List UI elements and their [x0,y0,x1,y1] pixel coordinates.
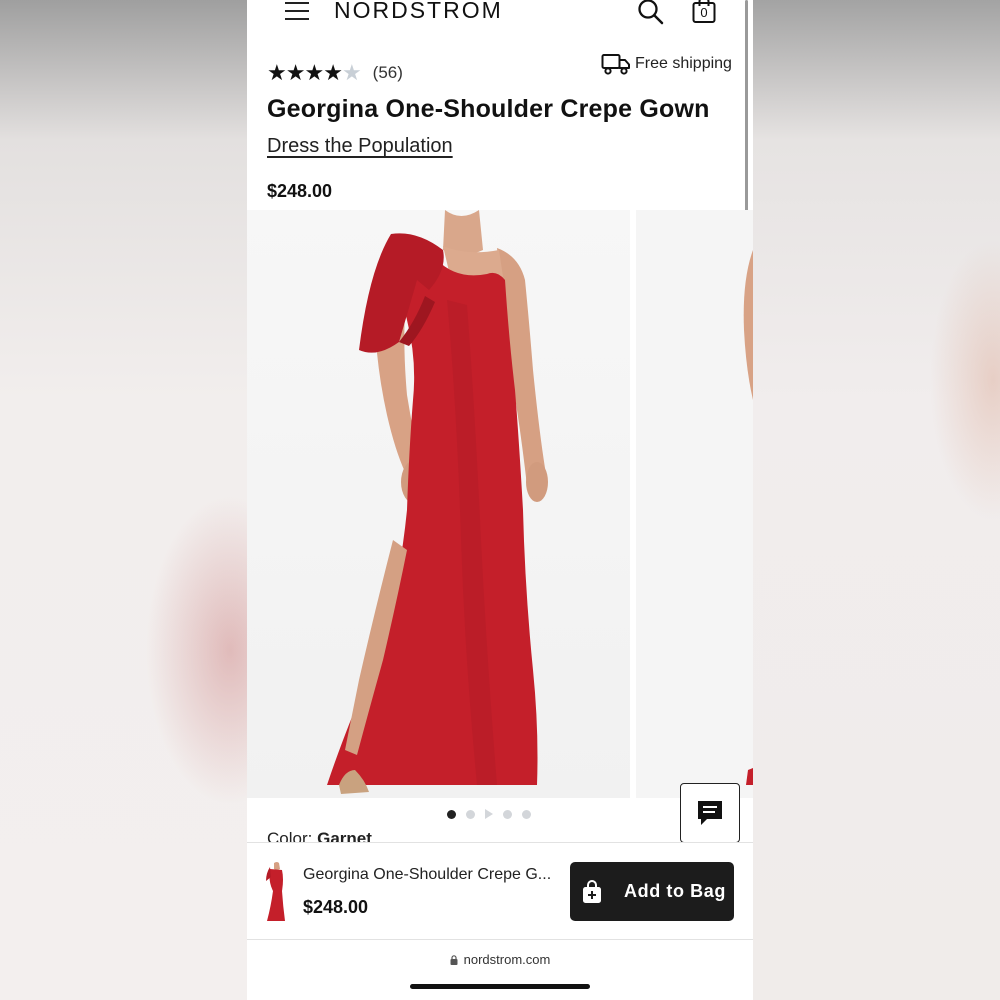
next-product-image[interactable] [636,210,753,798]
color-value: Garnet [317,829,372,843]
scrollbar[interactable] [745,0,748,218]
sticky-add-to-bag-bar: Georgina One-Shoulder Crepe G... $248.00… [247,842,753,940]
brand-link[interactable]: Dress the Population [267,135,453,158]
star-icon: ★ [267,60,287,85]
star-icon: ★ [304,60,324,85]
pagination-dot[interactable] [466,809,475,819]
background-right [753,0,1000,1000]
pagination-dot[interactable] [503,809,512,819]
product-rating[interactable]: ★★★★★ (56) [267,60,403,86]
browser-address-bar[interactable]: nordstrom.com [247,952,753,967]
gallery-pagination [447,809,531,819]
bag-count-badge: 0 [700,5,708,20]
shopping-bag-button[interactable]: 0 [691,0,717,25]
phone-screen: NORDSTROM 0 ★★★★★ (56) Free shipping Geo… [247,0,753,1000]
add-to-bag-button[interactable]: Add to Bag [570,862,734,921]
menu-icon[interactable] [285,2,309,22]
review-count[interactable]: (56) [373,63,403,83]
home-indicator[interactable] [410,984,590,989]
model-partial-illustration [743,250,753,785]
add-to-bag-label: Add to Bag [624,881,726,901]
lock-icon [450,955,458,965]
star-icon: ★ [323,60,343,85]
shopping-bag-plus-icon [583,879,601,903]
background-left [0,0,247,1000]
chat-button[interactable] [680,783,740,843]
product-title: Georgina One-Shoulder Crepe Gown [267,95,710,123]
pagination-dot[interactable] [447,809,456,819]
search-icon[interactable] [637,0,665,26]
product-image[interactable] [247,210,630,798]
shipping-label: Free shipping [635,55,732,72]
free-shipping: Free shipping [601,52,732,76]
sticky-product-price: $248.00 [303,897,369,917]
model-red-gown-illustration [327,210,548,794]
nordstrom-logo[interactable]: NORDSTROM [334,0,503,24]
product-price: $248.00 [267,181,333,201]
image-gallery[interactable] [247,210,753,798]
sticky-product-title: Georgina One-Shoulder Crepe G... [303,866,552,883]
color-selector-label: Color: Garnet [267,829,372,843]
rating-stars: ★★★★★ [267,60,362,86]
top-navigation: NORDSTROM 0 [247,0,753,30]
star-empty-icon: ★ [341,60,362,85]
color-label: Color: [267,829,313,843]
star-icon: ★ [285,60,306,85]
product-thumbnail[interactable] [261,861,291,923]
url-text: nordstrom.com [463,952,551,967]
pagination-dot[interactable] [522,809,531,819]
play-video-icon[interactable] [485,809,493,819]
truck-icon [601,54,630,75]
chat-icon [698,801,722,825]
